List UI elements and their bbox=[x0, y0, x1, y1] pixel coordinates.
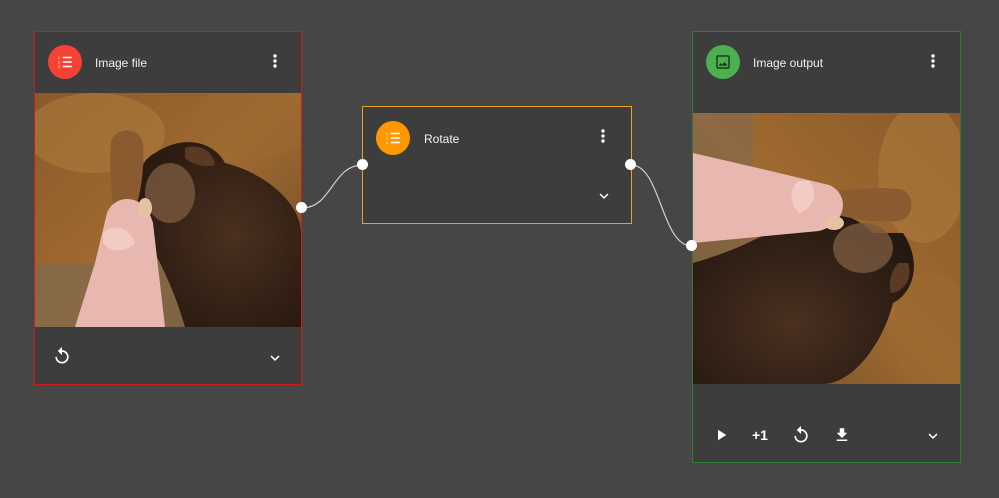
svg-text:2: 2 bbox=[386, 137, 388, 141]
node-badge bbox=[706, 45, 740, 79]
more-vert-icon[interactable] bbox=[267, 51, 283, 71]
svg-text:1: 1 bbox=[58, 56, 60, 60]
rotate-node[interactable]: 1 2 3 Rotate bbox=[362, 106, 632, 224]
wire-input-to-rotate bbox=[301, 164, 364, 209]
refresh-icon[interactable] bbox=[789, 423, 813, 447]
list-numbered-icon: 1 2 3 bbox=[58, 56, 72, 69]
download-icon[interactable] bbox=[830, 423, 854, 447]
svg-text:1: 1 bbox=[386, 132, 388, 136]
node-header: 1 2 3 Image file bbox=[35, 32, 301, 92]
input-port[interactable] bbox=[357, 159, 368, 170]
step-counter[interactable]: +1 bbox=[752, 427, 768, 443]
chevron-down-icon[interactable] bbox=[592, 184, 616, 208]
image-preview bbox=[35, 93, 301, 327]
node-header: Image output bbox=[693, 32, 960, 92]
image-icon bbox=[716, 55, 730, 69]
image-output-node[interactable]: Image output +1 bbox=[692, 31, 961, 463]
more-vert-icon[interactable] bbox=[925, 51, 941, 71]
node-badge: 1 2 3 bbox=[376, 121, 410, 155]
more-vert-icon[interactable] bbox=[595, 126, 611, 146]
output-port[interactable] bbox=[625, 159, 636, 170]
chevron-down-icon[interactable] bbox=[263, 346, 287, 370]
svg-text:3: 3 bbox=[386, 141, 388, 145]
play-icon[interactable] bbox=[709, 423, 733, 447]
svg-text:2: 2 bbox=[58, 61, 60, 65]
node-title: Rotate bbox=[424, 132, 460, 146]
svg-text:3: 3 bbox=[58, 65, 60, 69]
node-title: Image file bbox=[95, 56, 148, 70]
chevron-down-icon[interactable] bbox=[921, 424, 945, 448]
node-header: 1 2 3 Rotate bbox=[363, 107, 631, 167]
wire-rotate-to-output bbox=[630, 164, 693, 247]
node-badge: 1 2 3 bbox=[48, 45, 82, 79]
output-port[interactable] bbox=[296, 202, 307, 213]
input-port[interactable] bbox=[686, 240, 697, 251]
list-numbered-icon: 1 2 3 bbox=[386, 132, 400, 145]
image-preview bbox=[693, 113, 960, 384]
photo-rotated bbox=[693, 113, 960, 384]
node-title: Image output bbox=[753, 56, 824, 70]
refresh-icon[interactable] bbox=[50, 344, 74, 368]
photo-girl-camel bbox=[35, 93, 301, 327]
image-file-node[interactable]: 1 2 3 Image file bbox=[34, 31, 302, 385]
